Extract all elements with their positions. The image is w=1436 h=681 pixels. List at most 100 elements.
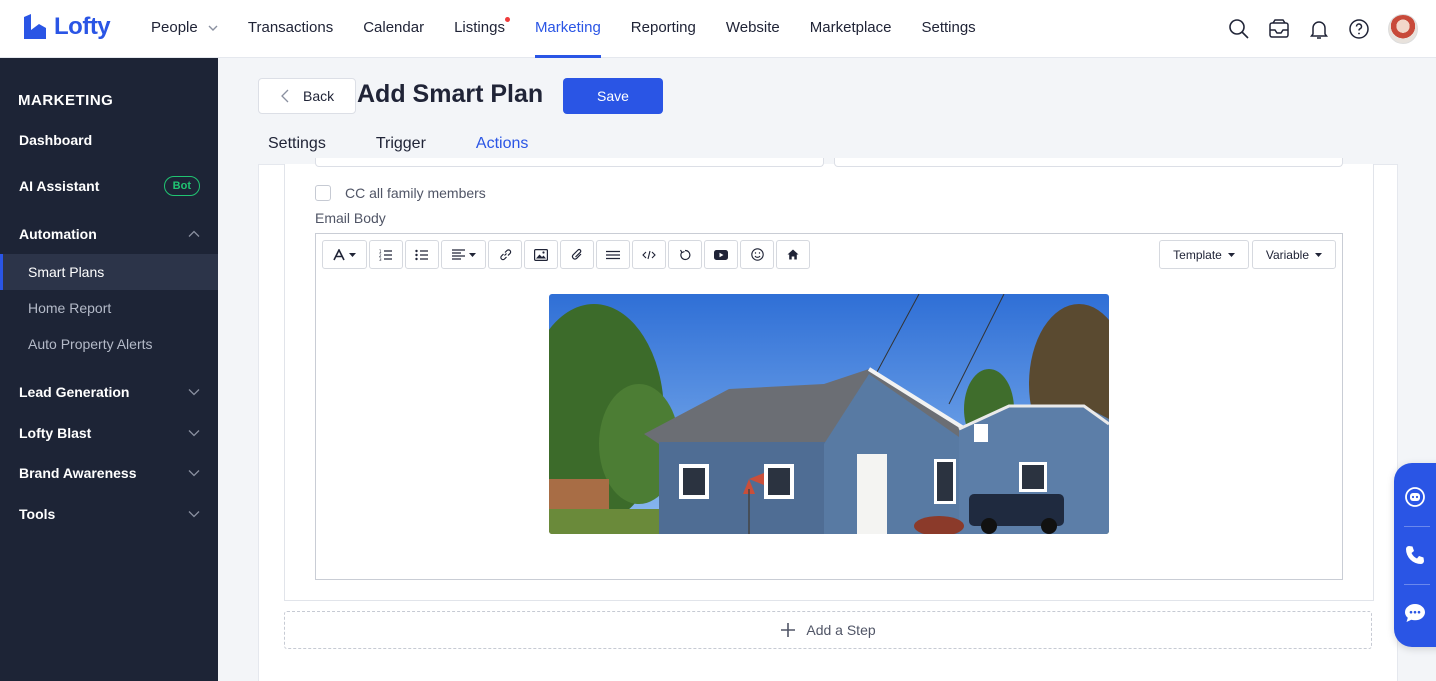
- sidebar-item-label: Tools: [19, 506, 56, 522]
- sidebar-item-label: Lofty Blast: [19, 425, 92, 441]
- phone-icon: [1406, 546, 1424, 564]
- tab-trigger[interactable]: Trigger: [366, 128, 436, 162]
- chevron-down-icon: [188, 511, 200, 518]
- home-icon: [787, 249, 799, 260]
- cc-family-row: CC all family members: [315, 185, 486, 201]
- svg-text:3: 3: [379, 257, 382, 261]
- email-body-label: Email Body: [315, 210, 386, 226]
- nav-settings[interactable]: Settings: [921, 0, 975, 58]
- emoji-button[interactable]: [740, 240, 774, 269]
- home-button[interactable]: [776, 240, 810, 269]
- partial-input-field[interactable]: [834, 158, 1343, 167]
- template-label: Template: [1173, 247, 1222, 262]
- template-dropdown[interactable]: Template: [1159, 240, 1249, 269]
- sidebar-item-dashboard[interactable]: Dashboard: [0, 122, 218, 158]
- sidebar-item-label: Lead Generation: [19, 384, 130, 400]
- chat-bot-icon: [1405, 487, 1425, 507]
- save-button[interactable]: Save: [563, 78, 663, 114]
- align-icon: [451, 249, 465, 260]
- align-button[interactable]: [441, 240, 486, 269]
- attachment-icon: [571, 248, 582, 260]
- nav-listings-label: Listings: [454, 19, 505, 36]
- main-nav: People Transactions Calendar Listings Ma…: [151, 0, 1006, 58]
- chat-bot-button[interactable]: [1394, 469, 1436, 525]
- bullet-list-icon: [415, 249, 428, 260]
- image-icon: [534, 248, 548, 261]
- nav-reporting[interactable]: Reporting: [631, 0, 696, 58]
- floating-action-panel: [1394, 463, 1436, 647]
- sidebar-item-lead-generation[interactable]: Lead Generation: [0, 374, 218, 410]
- nav-transactions[interactable]: Transactions: [248, 0, 333, 58]
- nav-calendar[interactable]: Calendar: [363, 0, 424, 58]
- add-step-button[interactable]: Add a Step: [284, 611, 1372, 649]
- nav-marketing[interactable]: Marketing: [534, 0, 601, 58]
- sidebar-item-label: Brand Awareness: [19, 465, 137, 481]
- avatar[interactable]: [1388, 14, 1418, 44]
- image-button[interactable]: [524, 240, 558, 269]
- caret-down-icon: [468, 252, 476, 257]
- font-button[interactable]: [322, 240, 367, 269]
- video-button[interactable]: [704, 240, 738, 269]
- nav-listings[interactable]: Listings: [454, 0, 510, 58]
- bell-icon[interactable]: [1308, 18, 1330, 40]
- tab-settings[interactable]: Settings: [258, 128, 336, 162]
- bullet-list-button[interactable]: [405, 240, 439, 269]
- sidebar-item-label: Automation: [19, 226, 97, 242]
- caret-down-icon: [1315, 252, 1322, 257]
- lofty-logo-icon: [24, 14, 46, 39]
- help-icon[interactable]: [1348, 18, 1370, 40]
- sidebar: MARKETING Dashboard AI Assistant Bot Aut…: [0, 58, 218, 681]
- inbox-icon[interactable]: [1268, 18, 1290, 40]
- code-button[interactable]: [632, 240, 666, 269]
- nav-people-label: People: [151, 19, 198, 36]
- sidebar-item-lofty-blast[interactable]: Lofty Blast: [0, 415, 218, 451]
- notification-dot: [504, 17, 510, 22]
- sidebar-subitem-home-report[interactable]: Home Report: [0, 290, 218, 326]
- tab-actions[interactable]: Actions: [465, 128, 539, 162]
- variable-dropdown[interactable]: Variable: [1251, 240, 1336, 269]
- nav-people[interactable]: People: [151, 0, 218, 58]
- message-icon: [1405, 604, 1425, 622]
- attachment-button[interactable]: [560, 240, 594, 269]
- page-title: Add Smart Plan: [357, 80, 544, 108]
- undo-button[interactable]: [668, 240, 702, 269]
- nav-icons: [1228, 14, 1418, 44]
- lofty-logo[interactable]: Lofty: [22, 13, 111, 41]
- email-body-editor[interactable]: 123 Template Variable: [315, 233, 1343, 580]
- back-button[interactable]: Back: [258, 78, 356, 114]
- divider-icon: [606, 250, 620, 259]
- editor-toolbar-right: Template Variable: [1159, 240, 1336, 269]
- divider-button[interactable]: [596, 240, 630, 269]
- chevron-down-icon: [188, 430, 200, 437]
- phone-button[interactable]: [1394, 527, 1436, 583]
- variable-label: Variable: [1265, 247, 1309, 262]
- sidebar-item-brand-awareness[interactable]: Brand Awareness: [0, 455, 218, 491]
- ordered-list-button[interactable]: 123: [369, 240, 403, 269]
- top-navigation: Lofty People Transactions Calendar Listi…: [0, 0, 1436, 58]
- sidebar-item-label: AI Assistant: [19, 178, 100, 194]
- cc-family-label: CC all family members: [345, 185, 486, 201]
- message-button[interactable]: [1394, 585, 1436, 641]
- chevron-left-icon: [281, 89, 289, 103]
- sidebar-item-automation[interactable]: Automation: [0, 216, 218, 252]
- editor-toolbar: 123: [322, 240, 810, 269]
- chevron-down-icon: [188, 470, 200, 477]
- sidebar-item-ai-assistant[interactable]: AI Assistant Bot: [0, 168, 218, 204]
- sidebar-item-tools[interactable]: Tools: [0, 496, 218, 532]
- partial-input-field[interactable]: [315, 158, 824, 167]
- caret-down-icon: [1227, 252, 1235, 257]
- search-icon[interactable]: [1228, 18, 1250, 40]
- tab-bar: Settings Trigger Actions: [258, 128, 568, 162]
- house-image[interactable]: [549, 294, 1109, 534]
- plus-icon: [781, 623, 796, 637]
- cc-family-checkbox[interactable]: [315, 185, 331, 201]
- font-icon: [333, 248, 345, 260]
- brand-name: Lofty: [54, 13, 111, 40]
- sidebar-subitem-smart-plans[interactable]: Smart Plans: [0, 254, 218, 290]
- link-button[interactable]: [488, 240, 522, 269]
- nav-website[interactable]: Website: [726, 0, 780, 58]
- nav-marketplace[interactable]: Marketplace: [810, 0, 892, 58]
- emoji-icon: [750, 248, 764, 261]
- sidebar-subitem-auto-property-alerts[interactable]: Auto Property Alerts: [0, 326, 218, 362]
- back-label: Back: [303, 88, 335, 104]
